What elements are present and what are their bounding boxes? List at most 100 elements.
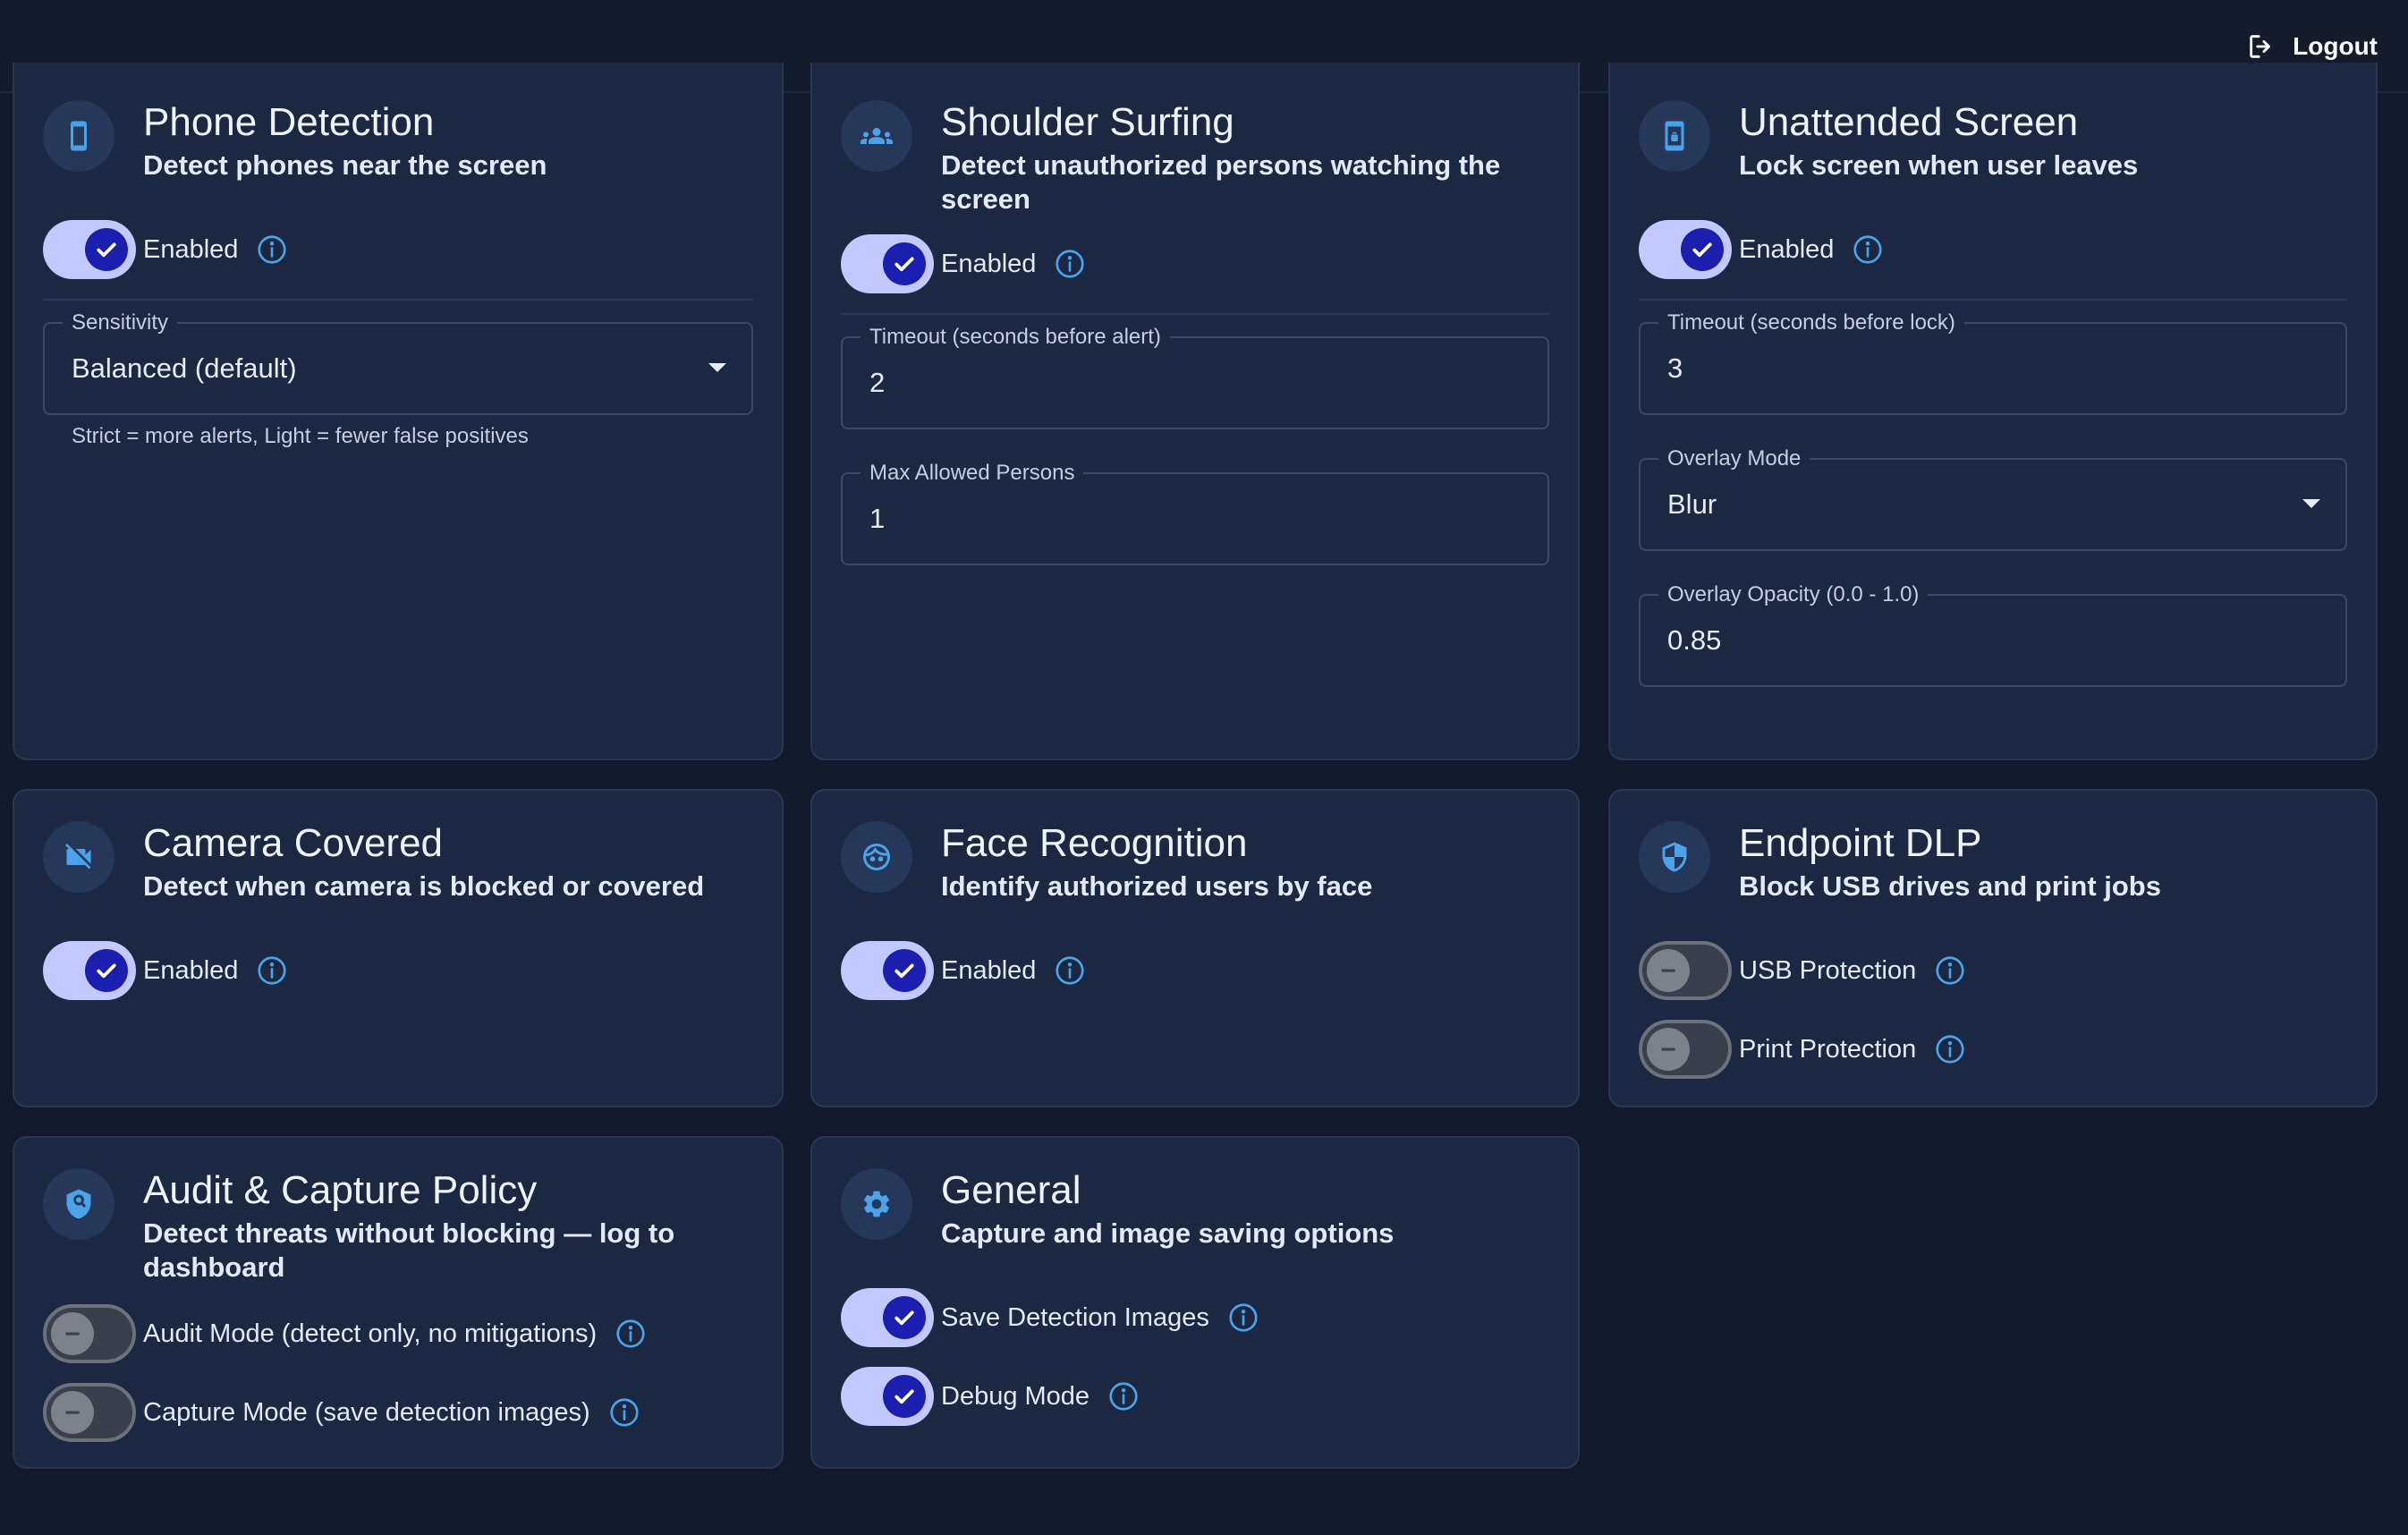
usb-toggle-row: USB Protection <box>1639 941 1966 1000</box>
save-images-toggle-row: Save Detection Images <box>841 1288 1259 1347</box>
card-title: Unattended Screen <box>1739 100 2079 144</box>
capture-mode-switch[interactable] <box>43 1383 136 1442</box>
info-icon[interactable] <box>1934 1033 1966 1065</box>
check-icon <box>97 242 116 258</box>
enabled-switch[interactable] <box>43 220 136 279</box>
card-title: Endpoint DLP <box>1739 821 1982 865</box>
group-icon <box>861 128 893 144</box>
field-value: Balanced (default) <box>72 352 297 384</box>
logout-icon <box>2250 35 2271 58</box>
check-icon <box>895 257 914 272</box>
audit-avatar <box>43 1168 114 1240</box>
capture-mode-label: Capture Mode (save detection images) <box>143 1397 590 1427</box>
field-label: Sensitivity <box>63 311 178 335</box>
dropdown-arrow-icon <box>2302 499 2320 508</box>
divider <box>1639 299 2347 301</box>
camera-covered-card: Camera Covered Detect when camera is blo… <box>13 789 784 1107</box>
card-title: General <box>941 1168 1081 1212</box>
overlay-opacity-input[interactable]: Overlay Opacity (0.0 - 1.0) 0.85 <box>1639 583 2347 687</box>
print-protection-label: Print Protection <box>1739 1034 1917 1064</box>
info-icon[interactable] <box>608 1396 640 1429</box>
check-icon <box>895 1389 914 1404</box>
policy-shield-icon <box>66 1189 91 1219</box>
videocam-off-icon <box>65 844 91 869</box>
smartphone-icon <box>71 121 87 151</box>
card-subtitle: Identify authorized users by face <box>941 870 1373 902</box>
save-detection-images-switch[interactable] <box>841 1288 934 1347</box>
helper-text: Strict = more alerts, Light = fewer fals… <box>72 424 529 448</box>
info-icon[interactable] <box>1852 233 1884 266</box>
field-label: Max Allowed Persons <box>861 462 1084 485</box>
check-icon <box>97 963 116 979</box>
face-recognition-card: Face Recognition Identify authorized use… <box>810 789 1580 1107</box>
enabled-toggle-row: Enabled <box>43 941 288 1000</box>
field-label: Overlay Opacity (0.0 - 1.0) <box>1658 583 1929 606</box>
card-subtitle: Detect threats without blocking — log to… <box>143 1217 675 1283</box>
card-title: Camera Covered <box>143 821 444 865</box>
enabled-switch[interactable] <box>841 234 934 293</box>
enabled-toggle-row: Enabled <box>841 234 1086 293</box>
usb-protection-switch[interactable] <box>1639 941 1732 1000</box>
logout-label: Logout <box>2293 32 2378 60</box>
card-subtitle: Block USB drives and print jobs <box>1739 870 2161 902</box>
field-label: Timeout (seconds before lock) <box>1658 311 1964 335</box>
camera-avatar <box>43 821 114 893</box>
endpoint-dlp-card: Endpoint DLP Block USB drives and print … <box>1608 789 2378 1107</box>
unattended-avatar <box>1639 100 1710 172</box>
field-value: 1 <box>869 503 886 534</box>
enabled-switch[interactable] <box>841 941 934 1000</box>
audit-toggle-row: Audit Mode (detect only, no mitigations) <box>43 1304 647 1363</box>
enabled-label: Enabled <box>143 955 239 985</box>
unattended-screen-card: Unattended Screen Lock screen when user … <box>1608 63 2378 760</box>
info-icon[interactable] <box>1054 954 1086 987</box>
field-label: Timeout (seconds before alert) <box>861 326 1170 349</box>
lock-timeout-input[interactable]: Timeout (seconds before lock) 3 <box>1639 311 2347 415</box>
card-subtitle: Capture and image saving options <box>941 1217 1395 1249</box>
timeout-input[interactable]: Timeout (seconds before alert) 2 <box>841 326 1549 429</box>
info-icon[interactable] <box>1054 248 1086 280</box>
field-value: Blur <box>1667 488 1717 520</box>
info-icon[interactable] <box>256 233 288 266</box>
info-icon[interactable] <box>615 1318 647 1350</box>
general-avatar <box>841 1168 912 1240</box>
card-title: Face Recognition <box>941 821 1248 865</box>
face-avatar <box>841 821 912 893</box>
enabled-toggle-row: Enabled <box>841 941 1086 1000</box>
enabled-switch[interactable] <box>43 941 136 1000</box>
card-title: Shoulder Surfing <box>941 100 1234 144</box>
info-icon[interactable] <box>256 954 288 987</box>
card-subtitle: Detect phones near the screen <box>143 149 547 181</box>
info-icon[interactable] <box>1934 954 1966 987</box>
minus-icon <box>1661 1047 1675 1051</box>
max-persons-input[interactable]: Max Allowed Persons 1 <box>841 462 1549 565</box>
check-icon <box>895 963 914 979</box>
field-value: 0.85 <box>1667 624 1722 656</box>
card-title: Phone Detection <box>143 100 435 144</box>
audit-capture-policy-card: Audit & Capture Policy Detect threats wi… <box>13 1136 784 1469</box>
info-icon[interactable] <box>1107 1380 1140 1412</box>
card-subtitle: Detect when camera is blocked or covered <box>143 870 705 902</box>
info-icon[interactable] <box>1227 1302 1259 1334</box>
audit-mode-switch[interactable] <box>43 1304 136 1363</box>
enabled-label: Enabled <box>143 234 239 264</box>
shoulder-surfing-card: Shoulder Surfing Detect unauthorized per… <box>810 63 1580 760</box>
print-protection-switch[interactable] <box>1639 1020 1732 1079</box>
phone-avatar <box>43 100 114 172</box>
usb-protection-label: USB Protection <box>1739 955 1917 985</box>
debug-mode-switch[interactable] <box>841 1367 934 1426</box>
capture-toggle-row: Capture Mode (save detection images) <box>43 1383 640 1442</box>
sensitivity-select[interactable]: Sensitivity Balanced (default) <box>43 311 753 415</box>
audit-mode-label: Audit Mode (detect only, no mitigations) <box>143 1319 598 1348</box>
minus-icon <box>65 1332 80 1336</box>
enabled-switch[interactable] <box>1639 220 1732 279</box>
divider <box>841 313 1549 315</box>
minus-icon <box>65 1411 80 1414</box>
dlp-avatar <box>1639 821 1710 893</box>
check-icon <box>1692 242 1712 258</box>
dropdown-arrow-icon <box>708 363 726 372</box>
enabled-label: Enabled <box>941 955 1037 985</box>
card-title: Audit & Capture Policy <box>143 1168 538 1212</box>
overlay-mode-select[interactable]: Overlay Mode Blur <box>1639 447 2347 551</box>
minus-icon <box>1661 969 1675 972</box>
phone-lock-icon <box>1665 121 1684 151</box>
